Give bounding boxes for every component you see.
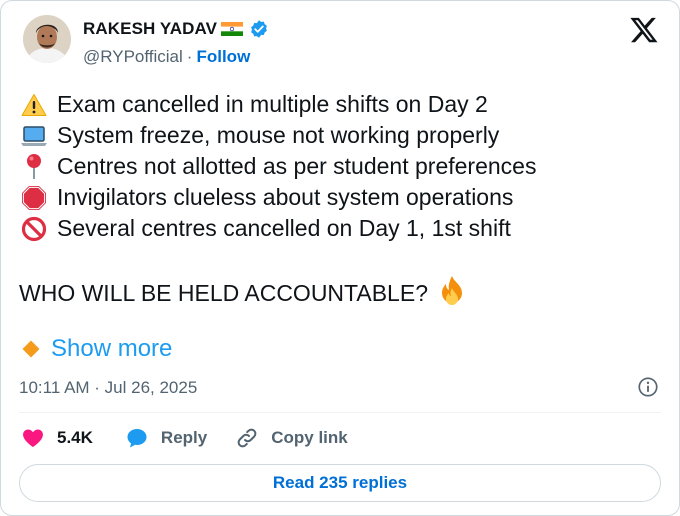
tweet-timestamp[interactable]: 10:11 AM · Jul 26, 2025 bbox=[19, 378, 197, 398]
separator-dot: · bbox=[186, 47, 193, 66]
reply-label: Reply bbox=[160, 428, 208, 447]
orange-diamond-icon bbox=[22, 340, 40, 358]
stop-sign-icon bbox=[19, 184, 49, 212]
author-name[interactable]: RAKESH YADAV bbox=[83, 19, 217, 39]
copy-link-button[interactable]: Copy link bbox=[235, 426, 348, 450]
handle-row: @RYPofficial · Follow bbox=[83, 47, 250, 67]
tweet-line: Centres not allotted as per student pref… bbox=[19, 151, 661, 182]
shout-text: WHO WILL BE HELD ACCOUNTABLE? bbox=[19, 279, 428, 306]
read-replies-button[interactable]: Read 235 replies bbox=[19, 464, 661, 502]
tweet-card: RAKESH YADAV @RYPofficial · Follow Exam … bbox=[0, 0, 680, 516]
like-count: 5.4K bbox=[57, 428, 93, 447]
tweet-line: Invigilators clueless about system opera… bbox=[19, 182, 661, 213]
x-logo-icon[interactable] bbox=[629, 15, 659, 45]
link-icon bbox=[237, 428, 257, 448]
tweet-shout-line: WHO WILL BE HELD ACCOUNTABLE? bbox=[19, 275, 466, 311]
tweet-line: Several centres cancelled on Day 1, 1st … bbox=[19, 213, 661, 244]
show-more-label[interactable]: Show more bbox=[51, 335, 172, 363]
india-flag-icon bbox=[221, 22, 244, 36]
author-handle[interactable]: @RYPofficial bbox=[83, 47, 183, 67]
tweet-line: System freeze, mouse not working properl… bbox=[19, 120, 661, 151]
tweet-line: Exam cancelled in multiple shifts on Day… bbox=[19, 89, 661, 120]
tweet-text: Exam cancelled in multiple shifts on Day… bbox=[19, 89, 661, 244]
divider bbox=[19, 412, 661, 413]
tweet-line-text: Several centres cancelled on Day 1, 1st … bbox=[57, 215, 511, 241]
tweet-line-text: Invigilators clueless about system opera… bbox=[57, 184, 514, 210]
pushpin-icon bbox=[19, 153, 49, 181]
verified-badge-icon bbox=[251, 20, 267, 38]
avatar[interactable] bbox=[23, 15, 71, 63]
tweet-line-text: System freeze, mouse not working properl… bbox=[57, 122, 500, 148]
author-name-row[interactable]: RAKESH YADAV bbox=[83, 19, 269, 39]
copy-link-label: Copy link bbox=[271, 428, 348, 447]
tweet-actions-bar: 5.4K Reply Copy link bbox=[21, 426, 348, 450]
tweet-line-text: Exam cancelled in multiple shifts on Day… bbox=[57, 91, 488, 117]
info-icon[interactable] bbox=[637, 376, 659, 398]
warning-icon bbox=[19, 91, 49, 119]
reply-bubble-icon bbox=[127, 429, 147, 448]
follow-button[interactable]: Follow bbox=[196, 47, 250, 67]
prohibited-icon bbox=[19, 215, 49, 243]
read-replies-label: Read 235 replies bbox=[272, 473, 408, 492]
heart-icon bbox=[23, 429, 43, 447]
reply-button[interactable]: Reply bbox=[125, 426, 207, 450]
avatar-portrait bbox=[23, 15, 71, 63]
like-button[interactable]: 5.4K bbox=[21, 426, 93, 450]
show-more-link[interactable]: Show more bbox=[22, 335, 172, 363]
tweet-line-text: Centres not allotted as per student pref… bbox=[57, 153, 537, 179]
fire-icon bbox=[438, 275, 466, 311]
laptop-icon bbox=[19, 122, 49, 150]
